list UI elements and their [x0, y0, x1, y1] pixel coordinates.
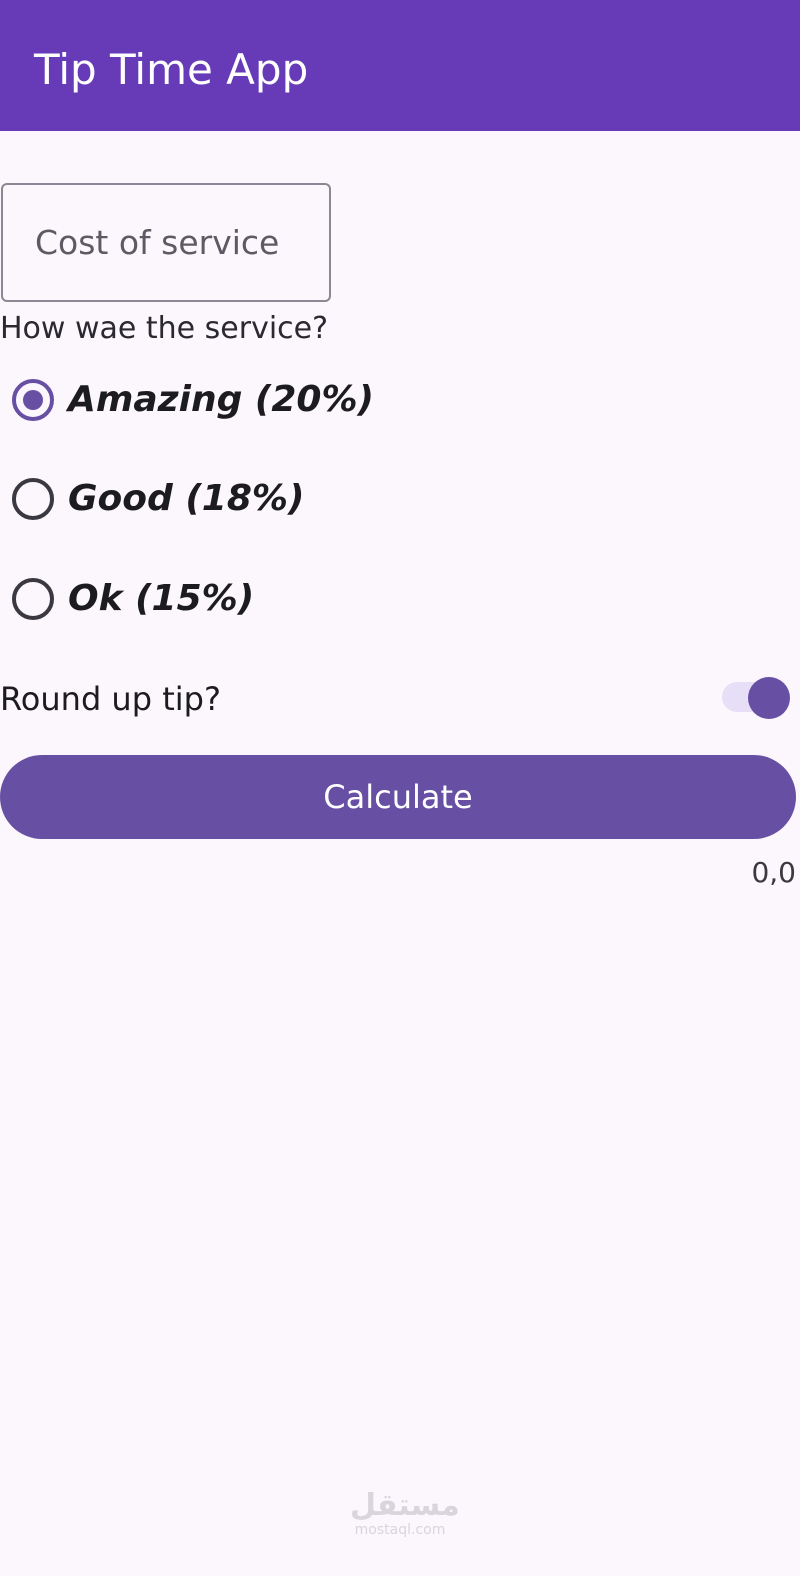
- radio-unselected-icon[interactable]: [12, 578, 54, 620]
- tip-amount: 0,0: [751, 856, 796, 889]
- radio-label-good: Good (18%): [68, 478, 305, 519]
- round-up-switch[interactable]: [722, 677, 790, 719]
- radio-option-ok[interactable]: Ok (15%): [0, 558, 500, 638]
- radio-label-ok: Ok (15%): [68, 578, 255, 619]
- watermark-logo-text: مستقل: [350, 1488, 460, 1523]
- cost-of-service-input[interactable]: [1, 183, 331, 302]
- watermark: مستقل mostaql.com: [350, 1488, 460, 1539]
- service-question-label: How wae the service?: [0, 311, 329, 346]
- radio-option-amazing[interactable]: Amazing (20%): [0, 360, 500, 440]
- calculate-button[interactable]: Calculate: [0, 755, 796, 839]
- radio-label-amazing: Amazing (20%): [68, 379, 374, 420]
- radio-option-good[interactable]: Good (18%): [0, 459, 500, 539]
- app-bar: Tip Time App: [0, 0, 800, 131]
- round-up-label: Round up tip?: [0, 680, 221, 718]
- switch-thumb: [748, 677, 790, 719]
- radio-selected-icon[interactable]: [12, 379, 54, 421]
- radio-dot: [23, 390, 43, 410]
- radio-unselected-icon[interactable]: [12, 478, 54, 520]
- watermark-url: mostaql.com: [354, 1522, 446, 1538]
- app-title: Tip Time App: [34, 45, 309, 94]
